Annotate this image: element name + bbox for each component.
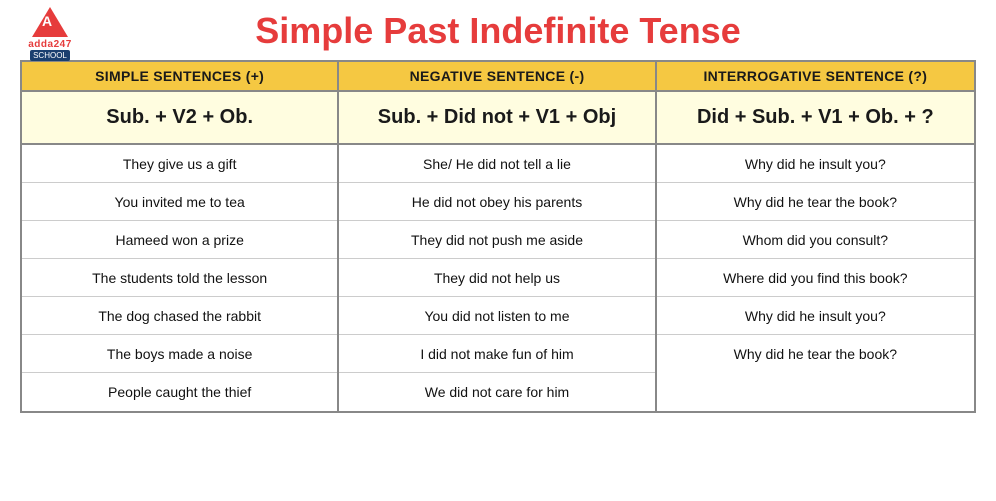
formula-simple: Sub. + V2 + Ob. [22, 92, 339, 143]
list-item: He did not obey his parents [339, 183, 654, 221]
list-item: Whom did you consult? [657, 221, 974, 259]
col-header-negative: NEGATIVE SENTENCE (-) [339, 62, 656, 90]
col-negative-sentences: She/ He did not tell a lieHe did not obe… [339, 145, 656, 411]
formula-row: Sub. + V2 + Ob. Sub. + Did not + V1 + Ob… [22, 92, 974, 145]
logo-triangle-icon [32, 7, 68, 37]
list-item: You did not listen to me [339, 297, 654, 335]
data-rows: They give us a giftYou invited me to tea… [22, 145, 974, 411]
list-item: Why did he insult you? [657, 297, 974, 335]
page-title: Simple Past Indefinite Tense [255, 10, 740, 52]
list-item: Where did you find this book? [657, 259, 974, 297]
list-item: You invited me to tea [22, 183, 337, 221]
list-item: She/ He did not tell a lie [339, 145, 654, 183]
list-item: Why did he insult you? [657, 145, 974, 183]
list-item: The dog chased the rabbit [22, 297, 337, 335]
page-header: adda247 SCHOOL Simple Past Indefinite Te… [20, 10, 976, 52]
list-item: Hameed won a prize [22, 221, 337, 259]
list-item: We did not care for him [339, 373, 654, 411]
logo-brand: adda247 [28, 39, 72, 50]
col-interrogative-sentences: Why did he insult you?Why did he tear th… [657, 145, 974, 411]
logo: adda247 SCHOOL [20, 10, 80, 58]
list-item: Why did he tear the book? [657, 335, 974, 373]
list-item: They give us a gift [22, 145, 337, 183]
list-item: They did not help us [339, 259, 654, 297]
col-header-interrogative: INTERROGATIVE SENTENCE (?) [657, 62, 974, 90]
list-item: People caught the thief [22, 373, 337, 411]
col-simple-sentences: They give us a giftYou invited me to tea… [22, 145, 339, 411]
list-item: They did not push me aside [339, 221, 654, 259]
list-item: The boys made a noise [22, 335, 337, 373]
logo-school: SCHOOL [30, 50, 70, 61]
formula-negative: Sub. + Did not + V1 + Obj [339, 92, 656, 143]
list-item: Why did he tear the book? [657, 183, 974, 221]
main-table: SIMPLE SENTENCES (+) NEGATIVE SENTENCE (… [20, 60, 976, 413]
formula-interrogative: Did + Sub. + V1 + Ob. + ? [657, 92, 974, 143]
list-item: The students told the lesson [22, 259, 337, 297]
col-header-simple: SIMPLE SENTENCES (+) [22, 62, 339, 90]
list-item: I did not make fun of him [339, 335, 654, 373]
column-headers: SIMPLE SENTENCES (+) NEGATIVE SENTENCE (… [22, 62, 974, 92]
